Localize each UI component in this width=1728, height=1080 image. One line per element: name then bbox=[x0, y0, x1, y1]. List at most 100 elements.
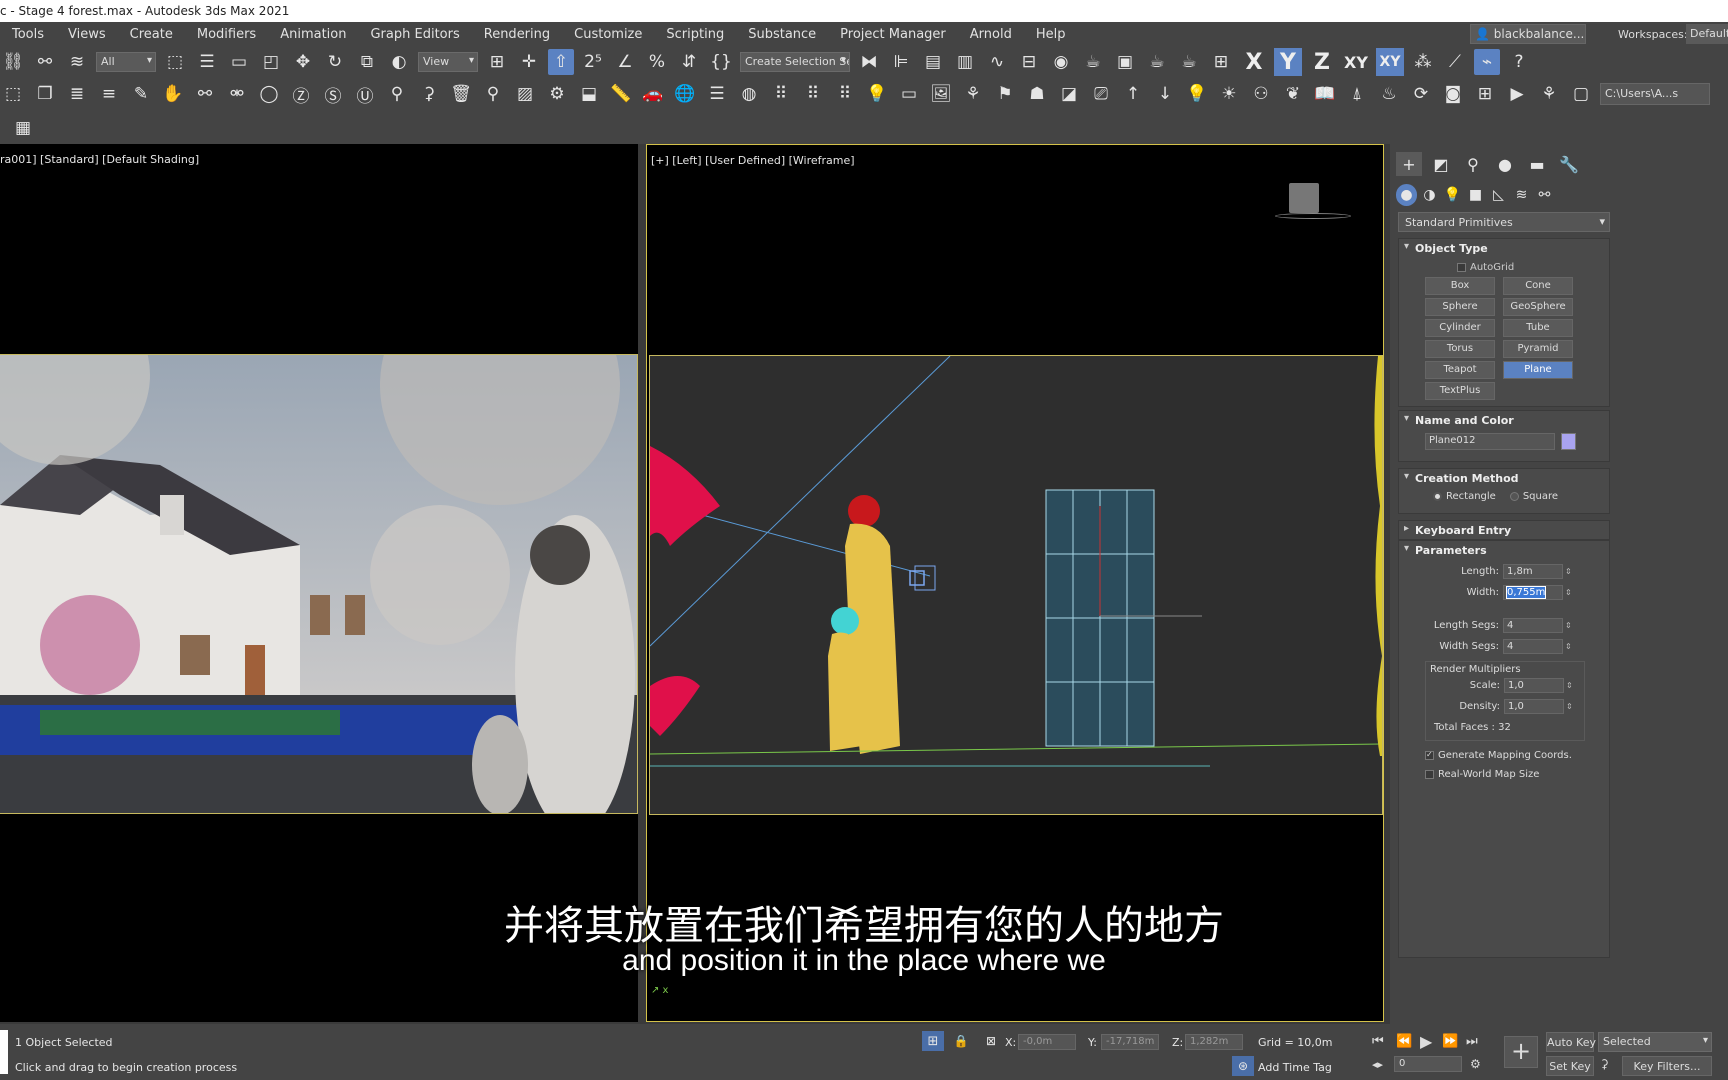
left-viewport[interactable]: [+] [Left] [User Defined] [Wireframe] ↗ … bbox=[646, 144, 1384, 1022]
teapot-button[interactable]: Teapot bbox=[1425, 361, 1495, 379]
previous-frame-icon[interactable]: ⏪ bbox=[1396, 1034, 1412, 1049]
trash-icon[interactable]: 🗑 bbox=[448, 81, 474, 107]
flag-icon[interactable]: ⚑ bbox=[992, 81, 1018, 107]
modify-tab-icon[interactable]: ◩ bbox=[1428, 152, 1454, 176]
menu-graph-editors[interactable]: Graph Editors bbox=[358, 27, 471, 42]
set-key-button[interactable]: Set Key bbox=[1546, 1056, 1594, 1076]
generate-mapping-checkbox[interactable] bbox=[1425, 751, 1434, 760]
density-input[interactable]: 1,0 bbox=[1504, 699, 1564, 714]
orbit-u-icon[interactable]: Ⓤ bbox=[352, 81, 378, 107]
time-config-icon[interactable]: ⚙ bbox=[1470, 1057, 1481, 1071]
layers-stack-icon[interactable]: ≡ bbox=[96, 81, 122, 107]
axis-x-button[interactable]: X bbox=[1240, 48, 1268, 76]
axis-z-button[interactable]: Z bbox=[1308, 48, 1336, 76]
camera-viewport[interactable]: ra001] [Standard] [Default Shading] bbox=[0, 144, 638, 1022]
link-icon[interactable]: ⛓ bbox=[0, 49, 26, 75]
width-segs-spinner-icon[interactable]: ⇕ bbox=[1565, 642, 1572, 651]
menu-rendering[interactable]: Rendering bbox=[472, 27, 562, 42]
hierarchy-icon[interactable]: ⚘ bbox=[1536, 81, 1562, 107]
go-to-start-icon[interactable]: ⏮ bbox=[1372, 1034, 1384, 1049]
group-icon[interactable]: ⚇ bbox=[1248, 81, 1274, 107]
systems-icon[interactable]: ⚯ bbox=[1534, 184, 1555, 206]
menu-customize[interactable]: Customize bbox=[562, 27, 654, 42]
key-mode-icon[interactable]: ◂▸ bbox=[1372, 1058, 1383, 1071]
go-to-end-icon[interactable]: ⏭ bbox=[1466, 1034, 1478, 1049]
hatch-icon[interactable]: ▨ bbox=[512, 81, 538, 107]
maxscript-listener[interactable] bbox=[0, 1030, 8, 1074]
render-grid-icon[interactable]: ⊞ bbox=[1208, 49, 1234, 75]
scene-explorer-icon[interactable]: ▦ bbox=[10, 115, 36, 141]
utilities-tab-icon[interactable]: 🔧 bbox=[1556, 152, 1582, 176]
globe-icon[interactable]: 🌐 bbox=[672, 81, 698, 107]
next-frame-icon[interactable]: ⏩ bbox=[1442, 1034, 1458, 1049]
menu-modifiers[interactable]: Modifiers bbox=[185, 27, 268, 42]
magnet-icon[interactable]: ⌁ bbox=[1474, 49, 1500, 75]
image-icon[interactable]: 🖼 bbox=[928, 81, 954, 107]
select-region-icon[interactable]: ⬓ bbox=[576, 81, 602, 107]
menu-scripting[interactable]: Scripting bbox=[654, 27, 736, 42]
scale-spinner-icon[interactable]: ⇕ bbox=[1566, 681, 1573, 690]
move-icon[interactable]: ✥ bbox=[290, 49, 316, 75]
grid-icon[interactable]: ⊞ bbox=[1472, 81, 1498, 107]
keyboard-shortcut-override-icon[interactable]: ⇧ bbox=[548, 49, 574, 75]
dots-grid-icon[interactable]: ⠿ bbox=[768, 81, 794, 107]
autogrid-row[interactable]: AutoGrid bbox=[1399, 259, 1609, 275]
layer-explorer-icon[interactable]: ▤ bbox=[920, 49, 946, 75]
cone-button[interactable]: Cone bbox=[1503, 277, 1573, 295]
hierarchy-tab-icon[interactable]: ⚲ bbox=[1460, 152, 1486, 176]
menu-substance[interactable]: Substance bbox=[736, 27, 828, 42]
menu-views[interactable]: Views bbox=[56, 27, 118, 42]
user-account-dropdown[interactable]: 👤 blackbalance... bbox=[1470, 24, 1586, 44]
named-selection-dropdown[interactable]: Create Selection Se bbox=[740, 52, 850, 72]
copy-icon[interactable]: ❐ bbox=[32, 81, 58, 107]
primitive-category-dropdown[interactable]: Standard Primitives bbox=[1398, 212, 1610, 232]
motion-tab-icon[interactable]: ● bbox=[1492, 152, 1518, 176]
axis-xy-button[interactable]: XY bbox=[1342, 48, 1370, 76]
y-coord-field[interactable]: -17,718m bbox=[1101, 1034, 1159, 1050]
shapes-icon[interactable]: ◑ bbox=[1419, 184, 1440, 206]
cylinder-button[interactable]: Cylinder bbox=[1425, 319, 1495, 337]
scale-icon[interactable]: ⧉ bbox=[354, 49, 380, 75]
key-mode-dropdown[interactable]: Selected bbox=[1598, 1032, 1712, 1052]
generate-mapping-row[interactable]: Generate Mapping Coords. bbox=[1399, 745, 1609, 766]
book-icon[interactable]: 📖 bbox=[1312, 81, 1338, 107]
window-crossing-icon[interactable]: ◰ bbox=[258, 49, 284, 75]
rotate-icon[interactable]: ↻ bbox=[322, 49, 348, 75]
gear-icon[interactable]: ⚙ bbox=[544, 81, 570, 107]
square-radio[interactable]: Square bbox=[1509, 491, 1558, 502]
orbit-icon[interactable]: ◯ bbox=[256, 81, 282, 107]
plane-button[interactable]: Plane bbox=[1503, 361, 1573, 379]
arrow-down-icon[interactable]: ↓ bbox=[1152, 81, 1178, 107]
ribbon-icon[interactable]: ▥ bbox=[952, 49, 978, 75]
hand-icon[interactable]: ✋ bbox=[160, 81, 186, 107]
object-type-title[interactable]: Object Type bbox=[1399, 239, 1609, 259]
refresh-icon[interactable]: ⟳ bbox=[1408, 81, 1434, 107]
auto-key-button[interactable]: Auto Key bbox=[1546, 1032, 1596, 1052]
length-spinner-icon[interactable]: ⇕ bbox=[1565, 567, 1572, 576]
x-coord-field[interactable]: -0,0m bbox=[1018, 1034, 1076, 1050]
creation-method-title[interactable]: Creation Method bbox=[1399, 469, 1609, 489]
pine-tree-icon[interactable]: ⍋ bbox=[1344, 81, 1370, 107]
mirror-icon[interactable]: ⧓ bbox=[856, 49, 882, 75]
render-setup-icon[interactable]: ☕ bbox=[1080, 49, 1106, 75]
length-segs-spinner-icon[interactable]: ⇕ bbox=[1565, 621, 1572, 630]
arrow-up-icon[interactable]: ↑ bbox=[1120, 81, 1146, 107]
z-coord-field[interactable]: 1,282m bbox=[1185, 1034, 1243, 1050]
render-view-icon[interactable]: ◪ bbox=[1056, 81, 1082, 107]
car-icon[interactable]: 🚗 bbox=[640, 81, 666, 107]
name-color-title[interactable]: Name and Color bbox=[1399, 411, 1609, 431]
tree-icon[interactable]: ⚘ bbox=[960, 81, 986, 107]
flame-icon[interactable]: ♨ bbox=[1376, 81, 1402, 107]
ruler-icon[interactable]: 📏 bbox=[608, 81, 634, 107]
torus-button[interactable]: Torus bbox=[1425, 340, 1495, 358]
real-world-row[interactable]: Real-World Map Size bbox=[1399, 766, 1609, 782]
select-toggle-icon[interactable]: ⬚ bbox=[0, 81, 26, 107]
unlink-icon[interactable]: ⚯ bbox=[32, 49, 58, 75]
time-tag-icon[interactable]: ⊛ bbox=[1232, 1056, 1254, 1076]
align-icon[interactable]: ⊫ bbox=[888, 49, 914, 75]
angle-snap-icon[interactable]: ∠ bbox=[612, 49, 638, 75]
object-color-swatch[interactable] bbox=[1561, 433, 1576, 450]
absolute-mode-icon[interactable]: ⊠ bbox=[982, 1031, 1000, 1051]
curve-editor-icon[interactable]: ∿ bbox=[984, 49, 1010, 75]
rectangle-radio[interactable]: Rectangle bbox=[1433, 491, 1496, 502]
